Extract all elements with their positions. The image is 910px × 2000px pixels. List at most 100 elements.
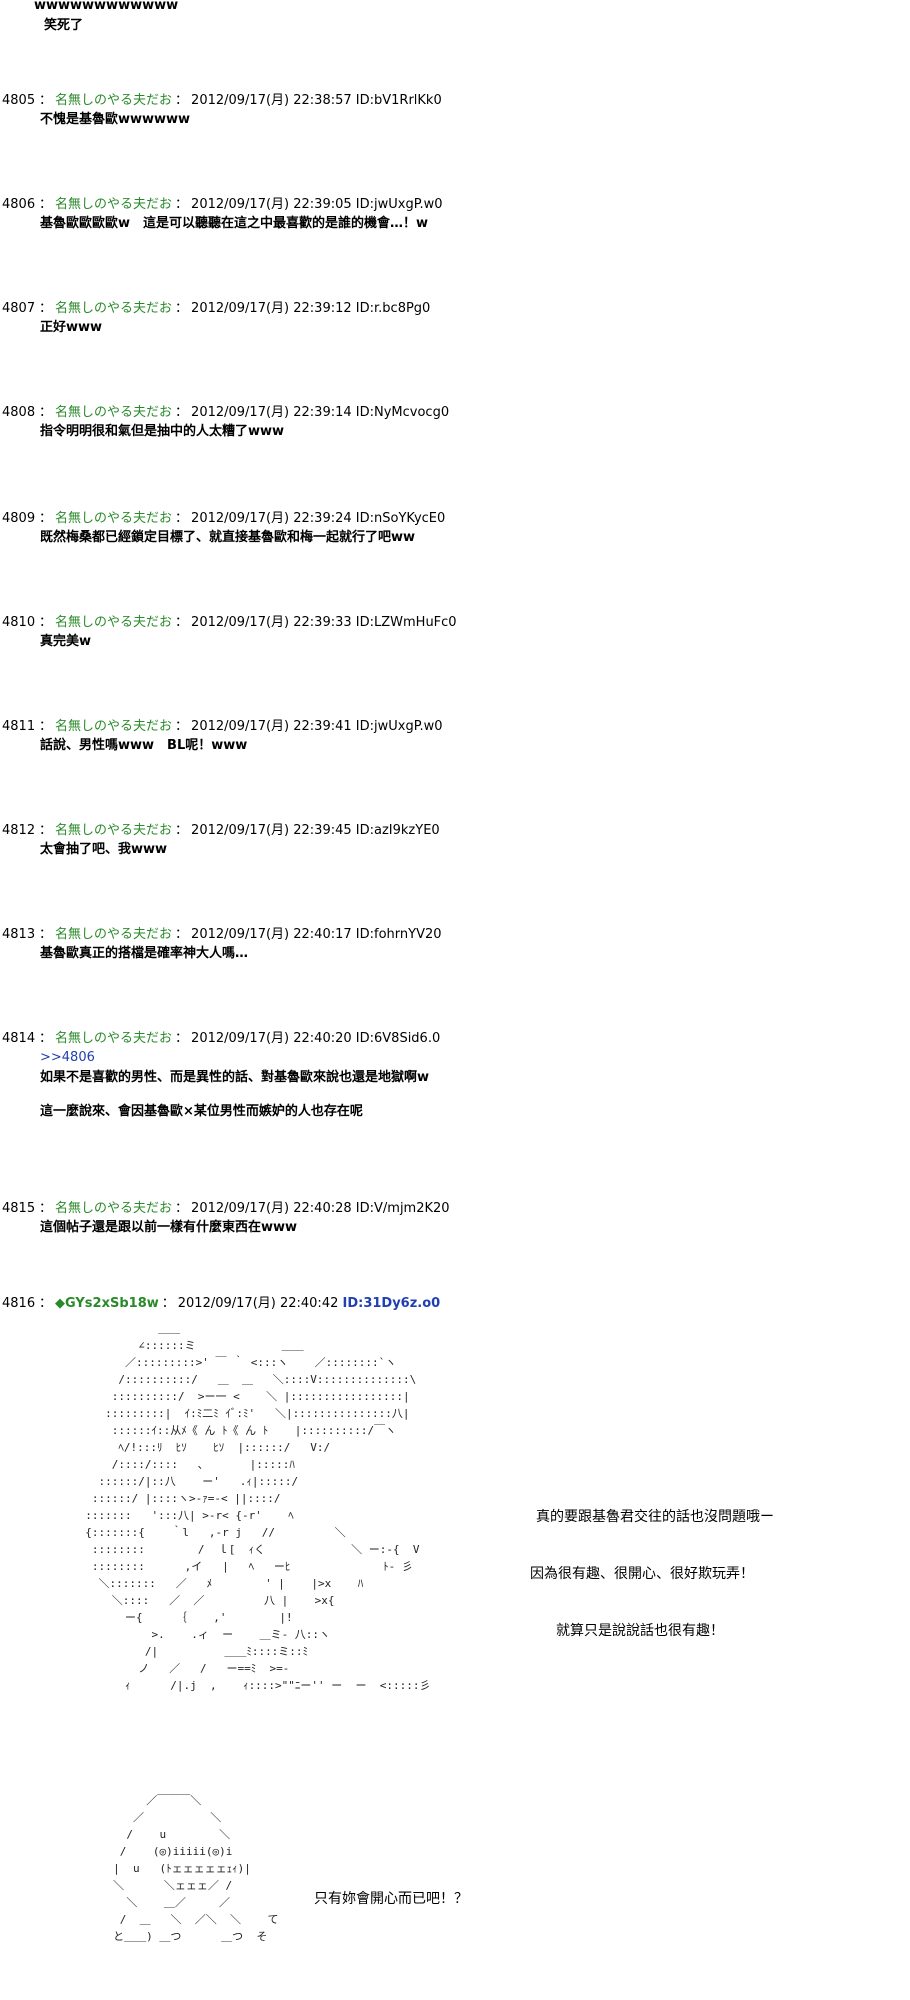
poster-name: 名無しのやる夫だお — [55, 1031, 173, 1046]
post-line: 如果不是喜歡的男性、而是異性的話、對基魯歐來說也還是地獄啊w — [40, 1070, 430, 1085]
post-3: 4808：名無しのやる夫だお： 2012/09/17(月) 22:39:14 ID… — [0, 404, 900, 442]
post-header: 4811：名無しのやる夫だお： 2012/09/17(月) 22:39:41 ID… — [0, 718, 443, 736]
aa-dialog-1: 真的要跟基魯君交往的話也沒問題哦ー — [536, 1509, 774, 1525]
post-datetime: 2012/09/17(月) 22:39:14 — [191, 405, 352, 420]
poster-id[interactable]: ID:nSoYKycE0 — [356, 511, 446, 526]
poster-id[interactable]: ID:bV1RrlKk0 — [356, 93, 442, 108]
post-header: 4807：名無しのやる夫だお： 2012/09/17(月) 22:39:12 ID… — [0, 300, 431, 318]
poster-id[interactable]: ID:jwUxgP.w0 — [356, 197, 443, 212]
post-body: 指令明明很和氣但是抽中的人太糟了www — [0, 422, 900, 442]
post-datetime: 2012/09/17(月) 22:40:20 — [191, 1031, 352, 1046]
post-number[interactable]: 4816 — [0, 1295, 36, 1313]
ascii-art-main: ＿＿ ∠::::::ミ ＿＿ ／:::::::::>' ￣ ｀ <:::ヽ ／:… — [85, 1322, 431, 1692]
post-datetime: 2012/09/17(月) 22:39:45 — [191, 823, 352, 838]
post-number[interactable]: 4808 — [0, 404, 36, 422]
poster-name: 名無しのやる夫だお — [55, 719, 173, 734]
post-body: >>4806 如果不是喜歡的男性、而是異性的話、對基魯歐來說也還是地獄啊w 這一麼說… — [0, 1048, 900, 1122]
poster-name: 名無しのやる夫だお — [55, 927, 173, 942]
post-body: 基魯歐歐歐歐w 這是可以聽聽在這之中最喜歡的是誰的機會…！w — [0, 214, 900, 234]
post-header: 4814：名無しのやる夫だお： 2012/09/17(月) 22:40:20 ID… — [0, 1030, 441, 1048]
post-number[interactable]: 4814 — [0, 1030, 36, 1048]
aa-dialog-3: 就算只是說說話也很有趣！ — [556, 1623, 724, 1639]
poster-name: 名無しのやる夫だお — [55, 511, 173, 526]
post-7: 4812：名無しのやる夫だお： 2012/09/17(月) 22:39:45 ID… — [0, 822, 900, 860]
post-header: 4816： ◆GYs2xSb18w： 2012/09/17(月) 22:40:42 … — [0, 1295, 441, 1313]
poster-id[interactable]: ID:NyMcvocg0 — [356, 405, 449, 420]
post-header: 4806：名無しのやる夫だお： 2012/09/17(月) 22:39:05 ID… — [0, 196, 443, 214]
post-10: 4815：名無しのやる夫だお： 2012/09/17(月) 22:40:28 ID… — [0, 1200, 900, 1238]
post-number[interactable]: 4810 — [0, 614, 36, 632]
aa-dialog-4: 只有妳會開心而已吧！？ — [314, 1891, 468, 1907]
post-header: 4805：名無しのやる夫だお： 2012/09/17(月) 22:38:57 ID… — [0, 92, 442, 110]
poster-id[interactable]: ID:r.bc8Pg0 — [356, 301, 431, 316]
post-number[interactable]: 4813 — [0, 926, 36, 944]
post-body: 真完美w — [0, 632, 900, 652]
post-header: 4808：名無しのやる夫だお： 2012/09/17(月) 22:39:14 ID… — [0, 404, 450, 422]
post-datetime: 2012/09/17(月) 22:38:57 — [191, 93, 352, 108]
post-line: 這個帖子還是跟以前一樣有什麼東西在www — [40, 1220, 298, 1235]
post-number[interactable]: 4812 — [0, 822, 36, 840]
post-datetime: 2012/09/17(月) 22:39:33 — [191, 615, 352, 630]
post-body: 基魯歐真正的搭檔是確率神大人嗎… — [0, 944, 900, 964]
ascii-art-yaruo: ／￣￣￣＼ ／ ＼ / u ＼ / (◎)iiiii(◎)i | u (ﾄェェェ… — [113, 1794, 279, 1943]
post-9: 4814：名無しのやる夫だお： 2012/09/17(月) 22:40:20 ID… — [0, 1030, 900, 1122]
post-datetime: 2012/09/17(月) 22:39:24 — [191, 511, 352, 526]
poster-name: 名無しのやる夫だお — [55, 1201, 173, 1216]
post-header: 4815：名無しのやる夫だお： 2012/09/17(月) 22:40:28 ID… — [0, 1200, 450, 1218]
reply-anchor-link[interactable]: >>4806 — [40, 1048, 900, 1068]
post-header: 4810：名無しのやる夫だお： 2012/09/17(月) 22:39:33 ID… — [0, 614, 457, 632]
post-line: 正好www — [40, 320, 103, 335]
post-body: 這個帖子還是跟以前一樣有什麼東西在www — [0, 1218, 900, 1238]
post-line: 太會抽了吧、我www — [40, 842, 168, 857]
poster-name: 名無しのやる夫だお — [55, 93, 173, 108]
post-line: 指令明明很和氣但是抽中的人太糟了www — [40, 424, 285, 439]
post-line: 話說、男性嗎www BL呢！www — [40, 738, 248, 753]
post-1: 4806：名無しのやる夫だお： 2012/09/17(月) 22:39:05 ID… — [0, 196, 900, 234]
poster-id[interactable]: ID:31Dy6z.o0 — [343, 1296, 441, 1311]
poster-id[interactable]: ID:azI9kzYE0 — [356, 823, 440, 838]
post-number[interactable]: 4811 — [0, 718, 36, 736]
poster-name: 名無しのやる夫だお — [55, 197, 173, 212]
post-number[interactable]: 4807 — [0, 300, 36, 318]
post-datetime: 2012/09/17(月) 22:39:41 — [191, 719, 352, 734]
post-header: 4813：名無しのやる夫だお： 2012/09/17(月) 22:40:17 ID… — [0, 926, 442, 944]
poster-name: 名無しのやる夫だお — [55, 405, 173, 420]
post-datetime: 2012/09/17(月) 22:40:28 — [191, 1201, 352, 1216]
poster-id[interactable]: ID:fohrnYV20 — [356, 927, 442, 942]
post-body: wwwwwwwwwwww 笑死了 — [34, 0, 179, 33]
poster-id[interactable]: ID:LZWmHuFc0 — [356, 615, 457, 630]
post-line: 不愧是基魯歐wwwwww — [40, 112, 191, 127]
post-4816: 4816： ◆GYs2xSb18w： 2012/09/17(月) 22:40:42 … — [0, 1295, 900, 1313]
post-2: 4807：名無しのやる夫だお： 2012/09/17(月) 22:39:12 ID… — [0, 300, 900, 338]
post-header: 4812：名無しのやる夫だお： 2012/09/17(月) 22:39:45 ID… — [0, 822, 440, 840]
post-header: 4809：名無しのやる夫だお： 2012/09/17(月) 22:39:24 ID… — [0, 510, 446, 528]
top-fragment: wwwwwwwwwwww 笑死了 — [0, 0, 900, 36]
post-line: 基魯歐真正的搭檔是確率神大人嗎… — [40, 946, 249, 961]
post-number[interactable]: 4809 — [0, 510, 36, 528]
poster-name: 名無しのやる夫だお — [55, 615, 173, 630]
poster-trip: ◆GYs2xSb18w — [55, 1296, 159, 1311]
post-line: 既然梅桑都已經鎖定目標了、就直接基魯歐和梅一起就行了吧ww — [40, 530, 416, 545]
post-line: 這一麼說來、會因基魯歐×某位男性而嫉妒的人也存在呢 — [40, 1104, 363, 1119]
aa-dialog-2: 因為很有趣、很開心、很好欺玩弄！ — [530, 1566, 754, 1582]
post-5: 4810：名無しのやる夫だお： 2012/09/17(月) 22:39:33 ID… — [0, 614, 900, 652]
poster-id[interactable]: ID:6V8Sid6.0 — [356, 1031, 440, 1046]
poster-id[interactable]: ID:V/mjm2K20 — [356, 1201, 450, 1216]
post-number[interactable]: 4815 — [0, 1200, 36, 1218]
post-datetime: 2012/09/17(月) 22:40:42 — [177, 1296, 339, 1311]
poster-name: 名無しのやる夫だお — [55, 301, 173, 316]
post-datetime: 2012/09/17(月) 22:39:12 — [191, 301, 352, 316]
post-body: 正好www — [0, 318, 900, 338]
post-line: 真完美w — [40, 634, 92, 649]
post-line: 基魯歐歐歐歐w 這是可以聽聽在這之中最喜歡的是誰的機會…！w — [40, 216, 429, 231]
post-8: 4813：名無しのやる夫だお： 2012/09/17(月) 22:40:17 ID… — [0, 926, 900, 964]
post-number[interactable]: 4805 — [0, 92, 36, 110]
post-4: 4809：名無しのやる夫だお： 2012/09/17(月) 22:39:24 ID… — [0, 510, 900, 548]
post-datetime: 2012/09/17(月) 22:40:17 — [191, 927, 352, 942]
poster-id[interactable]: ID:jwUxgP.w0 — [356, 719, 443, 734]
post-body: 既然梅桑都已經鎖定目標了、就直接基魯歐和梅一起就行了吧ww — [0, 528, 900, 548]
post-number[interactable]: 4806 — [0, 196, 36, 214]
post-datetime: 2012/09/17(月) 22:39:05 — [191, 197, 352, 212]
poster-name: 名無しのやる夫だお — [55, 823, 173, 838]
post-6: 4811：名無しのやる夫だお： 2012/09/17(月) 22:39:41 ID… — [0, 718, 900, 756]
